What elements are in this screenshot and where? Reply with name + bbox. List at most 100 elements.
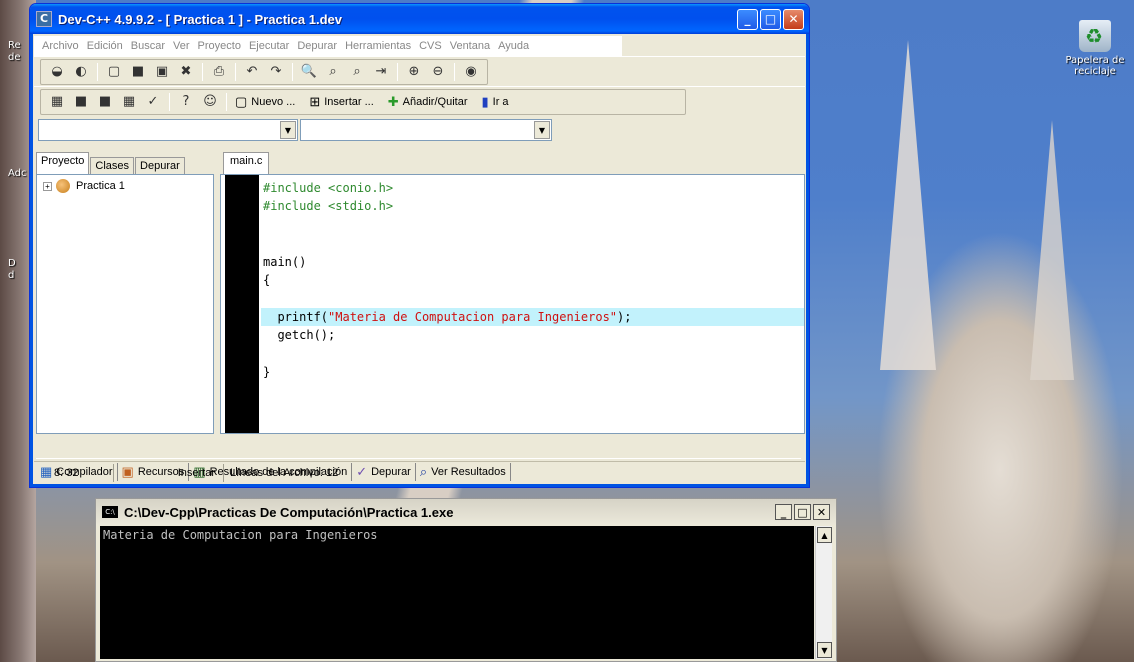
status-bar: 8: 32 Insertar Líneas del Archivo: 12 bbox=[34, 461, 805, 483]
tab-main-c[interactable]: main.c bbox=[223, 152, 270, 174]
check-icon[interactable]: ✓ bbox=[143, 92, 163, 112]
menu-ejecutar[interactable]: Ejecutar bbox=[245, 40, 293, 52]
code-line[interactable]: { bbox=[261, 271, 804, 289]
recycle-bin-shortcut[interactable]: Papelera de reciclaje bbox=[1060, 20, 1130, 77]
class-combo[interactable]: ▼ bbox=[38, 119, 298, 141]
workspace: Proyecto Clases Depurar + Practica 1 mai… bbox=[34, 152, 805, 434]
code-line[interactable]: main() bbox=[261, 253, 804, 271]
code-line[interactable] bbox=[261, 289, 804, 307]
save-all-icon[interactable]: ▣ bbox=[152, 62, 172, 82]
compile-icon[interactable]: ▦ bbox=[47, 92, 67, 112]
compile-run-icon[interactable]: ■ bbox=[95, 92, 115, 112]
minimize-button[interactable]: _ bbox=[737, 8, 758, 30]
desktop-fragment[interactable]: de bbox=[8, 52, 21, 63]
code-line[interactable]: #include <stdio.h> bbox=[261, 197, 804, 215]
project-panel-tabs: Proyecto Clases Depurar bbox=[36, 152, 214, 174]
menu-herramientas[interactable]: Herramientas bbox=[341, 40, 415, 52]
code-line[interactable] bbox=[261, 234, 804, 252]
project-tree: + Practica 1 bbox=[36, 174, 214, 434]
redo-icon[interactable]: ↷ bbox=[266, 62, 286, 82]
tree-item-label: Practica 1 bbox=[76, 180, 125, 192]
console-minimize-button[interactable]: _ bbox=[775, 504, 792, 520]
desktop-fragment[interactable]: Adc bbox=[8, 168, 27, 179]
desktop-fragment[interactable]: D bbox=[8, 258, 16, 269]
new-icon: ▢ bbox=[235, 93, 248, 109]
code-line[interactable]: #include <conio.h> bbox=[261, 179, 804, 197]
close-file-icon[interactable]: ✖ bbox=[176, 62, 196, 82]
menu-edicion[interactable]: Edición bbox=[83, 40, 127, 52]
project-icon bbox=[56, 179, 70, 193]
expand-icon[interactable]: + bbox=[43, 181, 52, 191]
add-to-project-icon[interactable]: ⊕ bbox=[404, 62, 424, 82]
code-line[interactable] bbox=[261, 345, 804, 363]
remove-from-project-icon[interactable]: ⊖ bbox=[428, 62, 448, 82]
menu-proyecto[interactable]: Proyecto bbox=[194, 40, 245, 52]
cathedral-spire bbox=[880, 40, 936, 370]
menu-ver[interactable]: Ver bbox=[169, 40, 194, 52]
tab-proyecto[interactable]: Proyecto bbox=[36, 152, 90, 174]
console-titlebar[interactable]: C:\ C:\Dev-Cpp\Practicas De Computación\… bbox=[96, 499, 836, 525]
about-icon[interactable]: ☺ bbox=[200, 92, 220, 112]
status-position: 8: 32 bbox=[34, 463, 114, 482]
menu-bar: Archivo Edición Buscar Ver Proyecto Ejec… bbox=[34, 36, 622, 56]
new-file-icon[interactable]: ▢ bbox=[104, 62, 124, 82]
menu-ayuda[interactable]: Ayuda bbox=[494, 40, 533, 52]
find-next-icon[interactable]: ⌕ bbox=[347, 62, 367, 82]
editor-gutter[interactable] bbox=[225, 175, 259, 433]
code-line[interactable]: } bbox=[261, 363, 804, 381]
nuevo-button[interactable]: ▢ Nuevo ... bbox=[235, 94, 295, 110]
console-window: C:\ C:\Dev-Cpp\Practicas De Computación\… bbox=[95, 498, 837, 662]
help-icon[interactable]: ? bbox=[176, 92, 196, 112]
desktop-fragment[interactable]: Re bbox=[8, 40, 21, 51]
goto-line-icon[interactable]: ⇥ bbox=[371, 62, 391, 82]
goto-bookmark-icon: ▮ bbox=[481, 93, 489, 109]
tree-item-project[interactable]: + Practica 1 bbox=[43, 179, 207, 193]
recycle-bin-icon bbox=[1079, 20, 1111, 52]
console-close-button[interactable]: ✕ bbox=[813, 504, 830, 520]
console-scrollbar[interactable]: ▲ ▼ bbox=[815, 526, 832, 659]
anadir-quitar-button[interactable]: ✚ Añadir/Quitar bbox=[388, 94, 468, 110]
chevron-down-icon[interactable]: ▼ bbox=[280, 121, 296, 139]
desktop-fragment[interactable]: d bbox=[8, 270, 14, 281]
menu-buscar[interactable]: Buscar bbox=[127, 40, 169, 52]
run-icon[interactable]: ■ bbox=[71, 92, 91, 112]
scroll-down-icon[interactable]: ▼ bbox=[817, 642, 832, 658]
console-output[interactable]: Materia de Computacion para Ingenieros bbox=[100, 526, 814, 659]
tab-clases[interactable]: Clases bbox=[90, 157, 135, 174]
menu-depurar[interactable]: Depurar bbox=[293, 40, 341, 52]
project-panel: Proyecto Clases Depurar + Practica 1 bbox=[36, 152, 214, 434]
ir-a-button[interactable]: ▮ Ir a bbox=[481, 94, 508, 110]
member-combo[interactable]: ▼ bbox=[300, 119, 552, 141]
open-project-icon[interactable]: ◒ bbox=[47, 62, 67, 82]
tab-depurar[interactable]: Depurar bbox=[135, 157, 185, 174]
console-maximize-button[interactable]: □ bbox=[794, 504, 811, 520]
undo-icon[interactable]: ↶ bbox=[242, 62, 262, 82]
close-button[interactable]: ✕ bbox=[783, 8, 804, 30]
insertar-button[interactable]: ⊞ Insertar ... bbox=[309, 94, 373, 110]
chevron-down-icon[interactable]: ▼ bbox=[534, 121, 550, 139]
file-toolbar: ◒ ◐ ▢ ■ ▣ ✖ ⎙ ↶ ↷ 🔍 ⌕ ⌕ ⇥ ⊕ ⊖ ◉ bbox=[40, 58, 488, 85]
cathedral-spire-2 bbox=[1030, 120, 1074, 380]
code-line[interactable] bbox=[261, 216, 804, 234]
code-text[interactable]: #include <conio.h> #include <stdio.h> main… bbox=[261, 179, 804, 381]
class-combo-row: ▼ ▼ bbox=[34, 116, 805, 144]
menu-archivo[interactable]: Archivo bbox=[38, 40, 83, 52]
save-icon[interactable]: ■ bbox=[128, 62, 148, 82]
replace-icon[interactable]: ⌕ bbox=[323, 62, 343, 82]
scroll-up-icon[interactable]: ▲ bbox=[817, 527, 832, 543]
menu-cvs[interactable]: CVS bbox=[415, 40, 446, 52]
project-options-icon[interactable]: ◉ bbox=[461, 62, 481, 82]
find-icon[interactable]: 🔍 bbox=[299, 62, 319, 82]
reopen-icon[interactable]: ◐ bbox=[71, 62, 91, 82]
print-icon[interactable]: ⎙ bbox=[209, 62, 229, 82]
maximize-button[interactable]: □ bbox=[760, 8, 781, 30]
code-editor[interactable]: #include <conio.h> #include <stdio.h> main… bbox=[220, 174, 805, 434]
status-lines: Líneas del Archivo: 12 bbox=[230, 466, 339, 479]
devcpp-titlebar[interactable]: Dev-C++ 4.9.9.2 - [ Practica 1 ] - Pract… bbox=[30, 4, 809, 34]
devcpp-app-icon[interactable] bbox=[36, 11, 52, 27]
menu-ventana[interactable]: Ventana bbox=[446, 40, 494, 52]
rebuild-icon[interactable]: ▦ bbox=[119, 92, 139, 112]
code-line[interactable]: getch(); bbox=[261, 326, 804, 344]
console-icon[interactable]: C:\ bbox=[102, 506, 118, 518]
code-line[interactable]: printf("Materia de Computacion para Inge… bbox=[261, 307, 804, 327]
